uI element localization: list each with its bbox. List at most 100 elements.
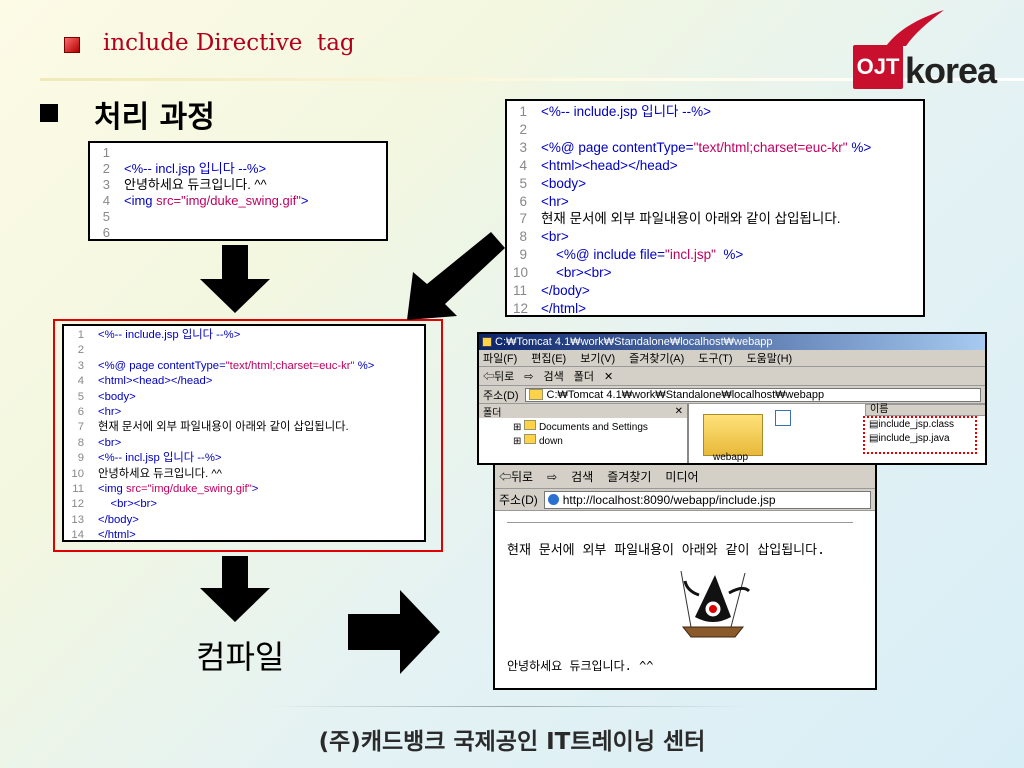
code-line: 3 <%@ page contentType="text/html;charset… [70,359,418,374]
code-text: <%@ page contentType="text/html;charset=… [98,359,418,374]
menu-item[interactable]: 도움말(H) [747,350,793,366]
file-item[interactable]: ▤include_jsp.java [869,432,975,446]
address-label: 주소(D) [499,493,538,507]
file-view-icon [775,410,791,426]
line-number: 5 [519,175,527,191]
tree-item[interactable]: ⊞ down [513,434,687,448]
menu-item[interactable]: 도구(T) [698,350,732,366]
code-text: <body> [98,390,418,405]
code-line: 6 <hr> [70,405,418,420]
code-token: %> [847,139,872,155]
menu-item[interactable]: 파일(F) [483,350,517,366]
code-line: 1 [96,145,380,161]
menu-item[interactable]: 보기(V) [580,350,615,366]
line-number: 4 [77,375,84,388]
folder-pane-label: 폴더 [483,407,502,419]
browser-address-text: http://localhost:8090/webapp/include.jsp [562,492,776,507]
browser-window: ⇦뒤로 ⇨ 검색 즐겨찾기 미디어 주소(D) http://localhost:809… [493,463,877,690]
code-line: 5 <body> [513,175,917,193]
code-token: <hr> [98,406,122,419]
toolbar-button[interactable]: ✕ [604,370,613,383]
code-token: </body> [541,283,590,299]
code-token: </html> [541,300,587,316]
section-title: 처리 과정 [94,100,215,135]
code-token: <%@ include file= [541,247,666,263]
explorer-toolbar: ⇦뒤로 ⇨ 검색 폴더 ✕ [479,367,985,386]
line-number: 1 [102,145,110,160]
code-token: 현재 문서에 외부 파일내용이 아래와 같이 삽입됩니다. [98,421,349,434]
code-token: <img [98,483,126,496]
line-number: 7 [519,211,527,227]
code-text: </html> [98,528,418,542]
include-jsp-code-box: 1 <%-- include.jsp 입니다 --%> 2 3 <%@ page con… [505,99,925,317]
line-number: 8 [77,436,84,449]
folder-icon [524,420,537,430]
code-token: <br> [98,436,122,449]
code-line: 7 현재 문서에 외부 파일내용이 아래와 같이 삽입됩니다. [70,420,418,435]
code-token: <%-- include.jsp 입니다 --%> [541,104,712,119]
toolbar-button[interactable]: 즐겨찾기 [607,468,651,485]
toolbar-button[interactable]: ⇦뒤로 [499,468,533,485]
menu-item[interactable]: 편집(E) [531,350,566,366]
browser-address-field[interactable]: http://localhost:8090/webapp/include.jsp [543,490,871,509]
code-text: 현재 문서에 외부 파일내용이 아래와 같이 삽입됩니다. [98,420,418,435]
address-label: 주소(D) [483,389,519,402]
code-token: <%-- incl.jsp 입니다 --%> [98,452,222,465]
menu-item[interactable]: 즐겨찾기(A) [629,350,684,366]
code-text: </body> [541,282,917,300]
toolbar-button[interactable]: 검색 [543,368,563,384]
explorer-address-field[interactable]: C:₩Tomcat 4.1₩work₩Standalone₩localhost₩… [524,387,981,402]
file-item-label: include_jsp.class [878,419,955,430]
file-item-label: include_jsp.java [878,433,950,444]
tree-item-label: down [538,436,563,447]
code-line: 3 <%@ page contentType="text/html;charset… [513,139,917,157]
line-number: 2 [102,161,110,176]
code-text: 현재 문서에 외부 파일내용이 아래와 같이 삽입됩니다. [541,210,917,228]
folder-tree-pane: 폴더 ✕ ⊞ Documents and Settings ⊞ down [479,404,689,463]
right-arrow-icon [348,590,440,674]
compiled-files-highlight: ▤include_jsp.class ▤include_jsp.java [863,416,977,454]
toolbar-button[interactable]: ⇦뒤로 [483,368,514,384]
line-number: 9 [519,247,527,263]
code-text: <body> [541,175,917,193]
compile-label: 컴파일 [196,638,285,676]
code-text: </html> [541,300,917,316]
folder-icon [528,389,543,400]
rendered-line-2: 안녕하세요 듀크입니다. ^^ [507,659,654,673]
explorer-address-text: C:₩Tomcat 4.1₩work₩Standalone₩localhost₩… [546,388,825,401]
logo-korea: korea [905,50,997,91]
code-line: 4 <img src="img/duke_swing.gif"> [96,193,380,209]
line-number: 11 [513,283,528,299]
code-text: <img src="img/duke_swing.gif"> [124,193,380,209]
code-token: </html> [98,529,136,542]
merged-code-box: 1 <%-- include.jsp 입니다 --%> 2 3 <%@ page con… [62,324,426,542]
toolbar-button[interactable]: 미디어 [665,468,698,485]
line-number: 8 [519,229,527,245]
code-token: "incl.jsp" [665,247,716,263]
code-token: <body> [541,175,587,191]
code-text: 안녕하세요 듀크입니다. ^^ [98,467,418,482]
file-item[interactable]: ▤include_jsp.class [869,418,975,432]
title-bullet-icon [64,37,80,53]
code-text: <br> [98,436,418,451]
toolbar-button[interactable]: 폴더 [574,368,594,384]
toolbar-button[interactable]: ⇨ [547,470,557,484]
code-line: 14 </html> [70,528,418,542]
name-column-header[interactable]: 이름 [865,404,985,416]
code-text: <html><head></head> [541,157,917,175]
close-pane-icon[interactable]: ✕ [675,406,683,417]
explorer-title: C:₩Tomcat 4.1₩work₩Standalone₩localhost₩… [495,336,773,348]
line-number: 6 [77,406,84,419]
toolbar-button[interactable]: ⇨ [524,370,533,383]
tree-item[interactable]: ⊞ Documents and Settings [513,420,687,434]
line-number: 12 [71,498,84,511]
code-text: <br><br> [541,264,917,282]
code-text: <%@ include file="incl.jsp" %> [541,246,917,264]
code-line: 9 <%@ include file="incl.jsp" %> [513,246,917,264]
code-text: <html><head></head> [98,374,418,389]
line-number: 5 [77,390,84,403]
toolbar-button[interactable]: 검색 [571,468,593,485]
browser-viewport: 현재 문서에 외부 파일내용이 아래와 같이 삽입됩니다. 안녕하세요 듀크입니… [495,511,875,688]
